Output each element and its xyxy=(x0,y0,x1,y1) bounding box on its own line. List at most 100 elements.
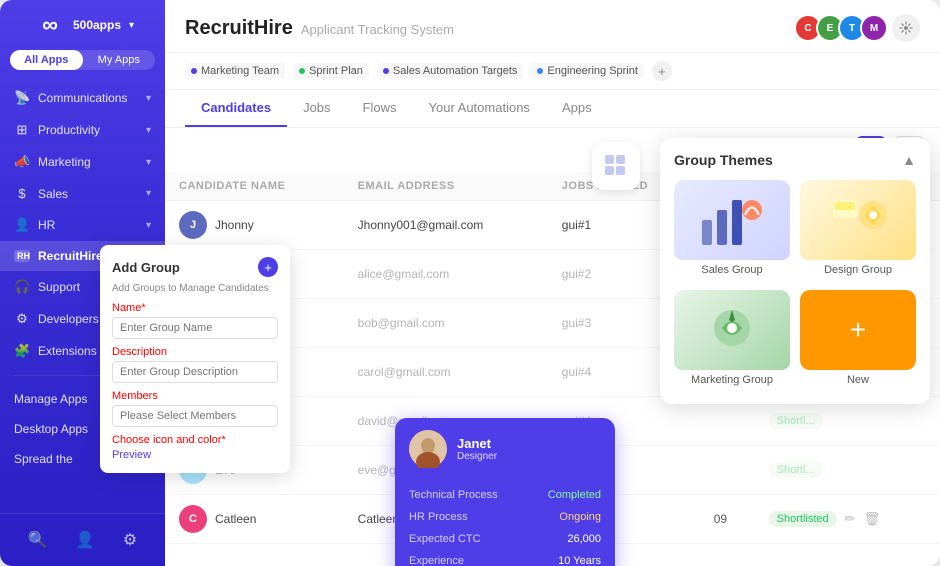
sidebar-item-communications[interactable]: 📡 Communications ▾ xyxy=(0,82,165,114)
email-cell: carol@gmail.com xyxy=(344,348,548,397)
tag-marketing-team[interactable]: Marketing Team xyxy=(185,63,285,79)
extensions-icon: 🧩 xyxy=(14,343,30,359)
group-themes-title: Group Themes xyxy=(674,152,773,168)
search-icon[interactable]: 🔍 xyxy=(28,530,48,550)
tag-dot xyxy=(191,68,197,74)
marketing-group-image xyxy=(674,290,790,370)
group-card-marketing[interactable]: Marketing Group xyxy=(674,290,790,390)
name-label: Name* xyxy=(112,302,278,314)
janet-rows: Technical Process Completed HR Process O… xyxy=(395,478,615,566)
tags-bar: Marketing Team Sprint Plan Sales Automat… xyxy=(165,53,940,90)
sidebar-item-label: Communications xyxy=(38,91,127,105)
delete-icon[interactable]: 🗑 xyxy=(864,511,881,527)
sidebar-item-productivity[interactable]: ⊞ Productivity ▾ xyxy=(0,114,165,146)
sidebar-item-marketing[interactable]: 📣 Marketing ▾ xyxy=(0,146,165,178)
group-themes-grid: Sales Group De xyxy=(674,180,916,390)
sidebar-item-sales[interactable]: $ Sales ▾ xyxy=(0,178,165,209)
design-group-label: Design Group xyxy=(800,260,916,280)
group-themes-popup: Group Themes ▲ xyxy=(660,138,930,404)
group-card-design[interactable]: Design Group xyxy=(800,180,916,280)
status-badge: Shortl... xyxy=(769,462,823,478)
sales-group-image xyxy=(674,180,790,260)
settings-icon[interactable]: ⚙ xyxy=(123,530,137,550)
sidebar: ∞ 500apps ▾ All Apps My Apps 📡 Communica… xyxy=(0,0,165,566)
chevron-down-icon: ▾ xyxy=(146,93,151,104)
janet-row-experience: Experience 10 Years xyxy=(395,550,615,566)
avatar-settings-icon[interactable] xyxy=(892,14,920,42)
tab-apps[interactable]: Apps xyxy=(546,90,608,127)
sidebar-tabs: All Apps My Apps xyxy=(10,50,155,70)
row-label: HR Process xyxy=(409,511,468,523)
collapse-arrow-icon[interactable]: ▲ xyxy=(902,152,916,168)
tag-dot xyxy=(299,68,305,74)
group-members-input[interactable] xyxy=(112,405,278,427)
row-label: Experience xyxy=(409,555,464,566)
email-cell: Jhonny001@gmail.com xyxy=(344,201,548,250)
user-icon[interactable]: 👤 xyxy=(75,530,95,550)
sales-icon: $ xyxy=(14,186,30,201)
row-label: Expected CTC xyxy=(409,533,481,545)
tag-sales-automation[interactable]: Sales Automation Targets xyxy=(377,63,524,79)
communications-icon: 📡 xyxy=(14,90,30,106)
tag-dot xyxy=(537,68,543,74)
tag-engineering-sprint[interactable]: Engineering Sprint xyxy=(531,63,644,79)
row-value: 10 Years xyxy=(558,555,601,566)
tag-label: Sprint Plan xyxy=(309,65,363,77)
add-group-popup: Add Group + Add Groups to Manage Candida… xyxy=(100,245,290,473)
sidebar-item-label: Developers xyxy=(38,312,99,326)
tab-all-apps[interactable]: All Apps xyxy=(10,50,83,70)
group-icon-button[interactable] xyxy=(592,142,640,190)
janet-name: Janet xyxy=(457,436,497,451)
status-badge: Shortl... xyxy=(769,413,823,429)
row-label: Technical Process xyxy=(409,489,498,501)
janet-header: Janet Designer xyxy=(395,418,615,478)
janet-row-technical: Technical Process Completed xyxy=(395,484,615,506)
tag-add-button[interactable]: + xyxy=(652,61,672,81)
app-subtitle: Applicant Tracking System xyxy=(301,22,454,37)
new-group-plus[interactable]: + xyxy=(800,290,916,370)
add-group-plus-button[interactable]: + xyxy=(258,257,278,277)
candidate-name: JJhonny xyxy=(179,211,330,239)
group-name-input[interactable] xyxy=(112,317,278,339)
email-cell: alice@gmail.com xyxy=(344,250,548,299)
col-name: CANDIDATE NAME xyxy=(165,172,344,201)
row-actions: Shortlisted ✏ 🗑 xyxy=(769,511,926,527)
marketing-group-label: Marketing Group xyxy=(674,370,790,390)
janet-avatar xyxy=(409,430,447,468)
tag-sprint-plan[interactable]: Sprint Plan xyxy=(293,63,369,79)
sidebar-bottom: 🔍 👤 ⚙ xyxy=(0,513,165,566)
edit-icon[interactable]: ✏ xyxy=(845,511,856,527)
tab-automations[interactable]: Your Automations xyxy=(413,90,546,127)
support-icon: 🎧 xyxy=(14,279,30,295)
preview-link[interactable]: Preview xyxy=(112,449,278,461)
tab-candidates[interactable]: Candidates xyxy=(185,90,287,127)
group-themes-header: Group Themes ▲ xyxy=(674,152,916,168)
avatar-m: M xyxy=(860,14,888,42)
sidebar-item-label: Sales xyxy=(38,187,68,201)
group-desc-input[interactable] xyxy=(112,361,278,383)
main-header: RecruitHire Applicant Tracking System C … xyxy=(165,0,940,53)
design-group-image xyxy=(800,180,916,260)
group-card-sales[interactable]: Sales Group xyxy=(674,180,790,280)
tab-flows[interactable]: Flows xyxy=(347,90,413,127)
sidebar-item-hr[interactable]: 👤 HR ▾ xyxy=(0,209,165,241)
logo-dropdown-arrow[interactable]: ▾ xyxy=(129,20,134,31)
janet-row-ctc: Expected CTC 26,000 xyxy=(395,528,615,550)
sidebar-item-label: Support xyxy=(38,280,80,294)
sidebar-bottom-icons: 🔍 👤 ⚙ xyxy=(0,522,165,558)
avatar: J xyxy=(179,211,207,239)
tab-my-apps[interactable]: My Apps xyxy=(83,50,156,70)
row-value: Completed xyxy=(548,489,601,501)
app-name: RecruitHire xyxy=(185,17,293,40)
sidebar-item-label: HR xyxy=(38,218,55,232)
avatar: C xyxy=(179,505,207,533)
sidebar-item-label: Desktop Apps xyxy=(14,422,88,436)
sales-group-label: Sales Group xyxy=(674,260,790,280)
janet-role: Designer xyxy=(457,451,497,462)
group-card-new[interactable]: + New xyxy=(800,290,916,390)
email-cell: bob@gmail.com xyxy=(344,299,548,348)
tab-jobs[interactable]: Jobs xyxy=(287,90,346,127)
productivity-icon: ⊞ xyxy=(14,122,30,138)
status-badge: Shortlisted xyxy=(769,511,837,527)
applied-count: 09 xyxy=(714,512,727,526)
